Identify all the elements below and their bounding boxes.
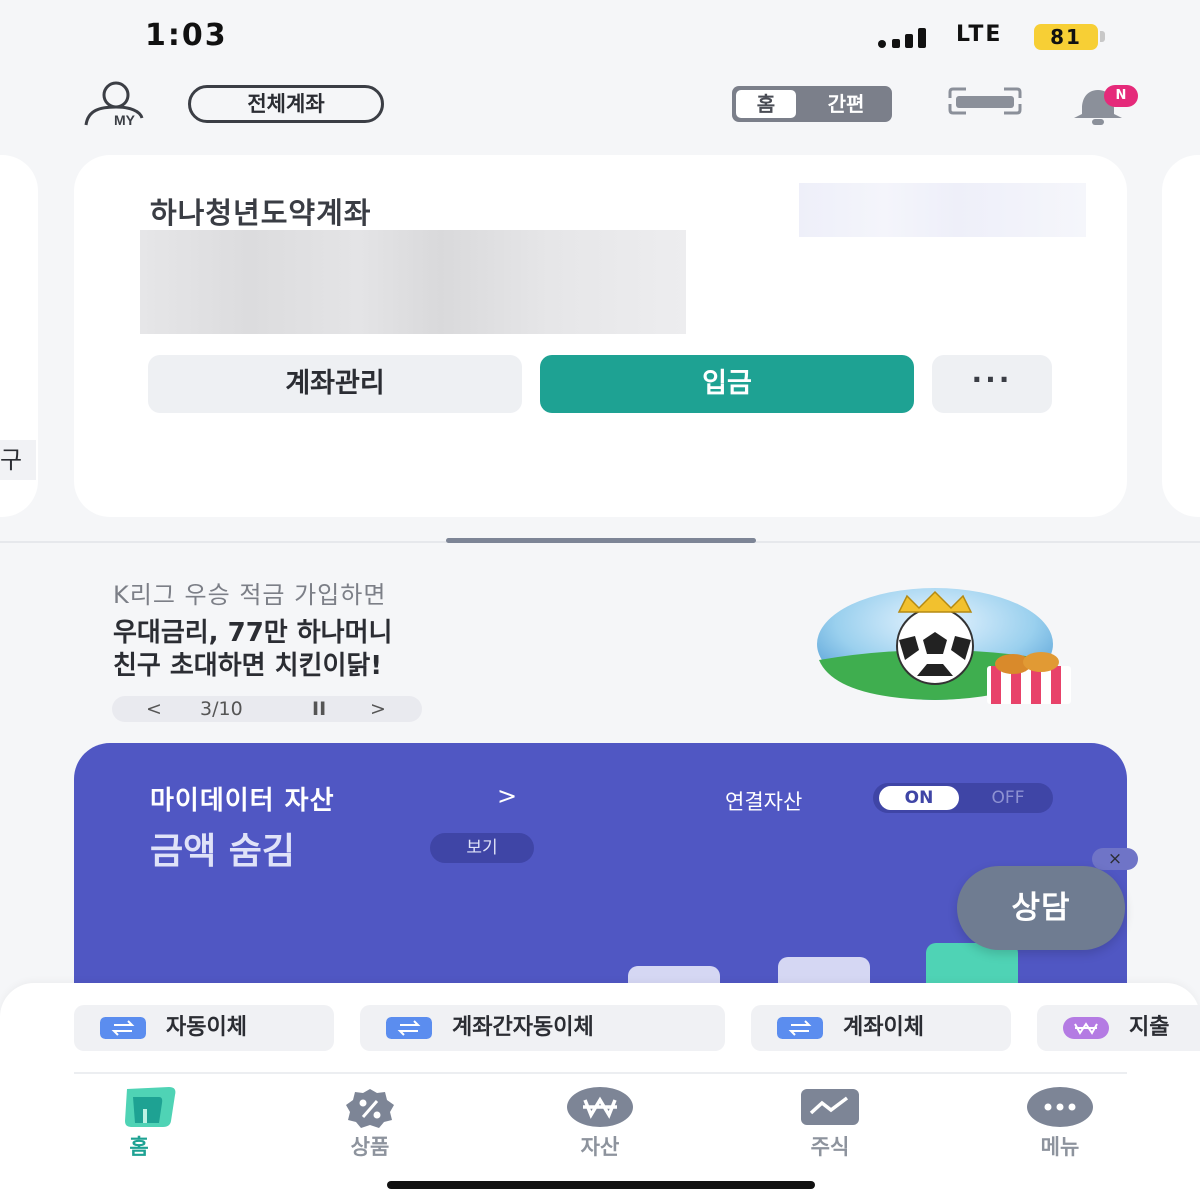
promo-subtitle: K리그 우승 적금 가입하면 [113,581,387,609]
promo-prev-button[interactable]: < [146,696,162,722]
nav-stocks-label: 주식 [810,1135,850,1159]
quick-action-auto-transfer[interactable]: 자동이체 [74,1005,334,1051]
battery-tip [1100,31,1105,42]
signal-icon [878,28,926,48]
transfer-icon [100,1017,146,1039]
soccer-ball-crown-chicken-image[interactable] [815,588,1090,710]
transfer-icon [386,1017,432,1039]
quick-action-spending[interactable]: 지출 [1037,1005,1200,1051]
nav-assets[interactable]: 자산 [535,1085,665,1160]
toggle-off-option[interactable]: OFF [973,786,1043,810]
scan-icon[interactable] [946,86,1024,116]
mydata-title[interactable]: 마이데이터 자산 [150,780,335,817]
all-accounts-button[interactable]: 전체계좌 [188,85,384,123]
mode-simple-option[interactable]: 간편 [804,86,888,122]
network-label: LTE [956,22,1003,47]
my-label: MY [114,112,136,128]
linked-assets-label: 연결자산 [725,790,803,814]
won-icon [1063,1017,1109,1039]
chart-line-icon [801,1089,859,1125]
toggle-on-option[interactable]: ON [879,786,959,810]
promo-next-button[interactable]: > [370,696,386,722]
home-icon [125,1087,176,1127]
more-options-button[interactable]: ··· [932,355,1052,413]
promo-pause-button[interactable]: II [312,696,326,722]
show-amount-button[interactable]: 보기 [430,833,534,863]
promo-pager: < 3/10 II > [112,696,422,722]
carousel-indicator [446,538,756,543]
more-dots-icon [1027,1087,1093,1127]
nav-products[interactable]: 상품 [305,1085,435,1160]
home-indicator [387,1181,815,1189]
user-icon[interactable]: MY [78,80,153,128]
battery-indicator: 81 [1034,24,1098,50]
account-manage-button[interactable]: 계좌관리 [148,355,522,413]
won-coin-icon [567,1087,633,1127]
percent-badge-icon [346,1089,394,1128]
nav-menu-label: 메뉴 [1040,1135,1080,1159]
nav-home[interactable]: 홈 [74,1085,204,1160]
notification-badge: N [1104,85,1138,107]
masked-account-tag [799,183,1086,237]
nav-stocks[interactable]: 주식 [765,1085,895,1160]
deposit-button[interactable]: 입금 [540,355,914,413]
consult-button[interactable]: 상담 [957,866,1125,950]
mode-home-option[interactable]: 홈 [736,90,796,118]
quick-action-inter-account-auto-transfer[interactable]: 계좌간자동이체 [360,1005,725,1051]
nav-products-label: 상품 [350,1135,390,1159]
nav-home-label: 홈 [129,1135,149,1159]
promo-title-line2[interactable]: 친구 초대하면 치킨이닭! [113,645,382,682]
nav-divider [74,1072,1127,1074]
home-simple-toggle[interactable]: 홈 간편 [732,86,892,122]
next-account-card[interactable] [1162,155,1200,517]
status-time: 1:03 [145,18,228,53]
quick-action-label: 계좌이체 [843,1015,924,1040]
prev-card-label: 구 [0,440,36,480]
chevron-right-icon[interactable]: > [497,782,517,810]
masked-account-number [140,230,686,334]
quick-action-label: 계좌간자동이체 [452,1015,594,1040]
close-icon[interactable]: × [1092,848,1138,870]
quick-action-label: 지출 [1129,1015,1170,1040]
promo-page-counter: 3/10 [200,698,243,720]
quick-action-account-transfer[interactable]: 계좌이체 [751,1005,1011,1051]
account-name: 하나청년도약계좌 [150,196,372,230]
promo-title-line1[interactable]: 우대금리, 77만 하나머니 [113,612,392,649]
nav-menu[interactable]: 메뉴 [995,1085,1125,1160]
transfer-icon [777,1017,823,1039]
quick-action-label: 자동이체 [166,1015,247,1040]
amount-hidden-label: 금액 숨김 [150,831,296,872]
linked-assets-toggle[interactable]: ON OFF [873,783,1053,813]
nav-assets-label: 자산 [580,1135,620,1159]
